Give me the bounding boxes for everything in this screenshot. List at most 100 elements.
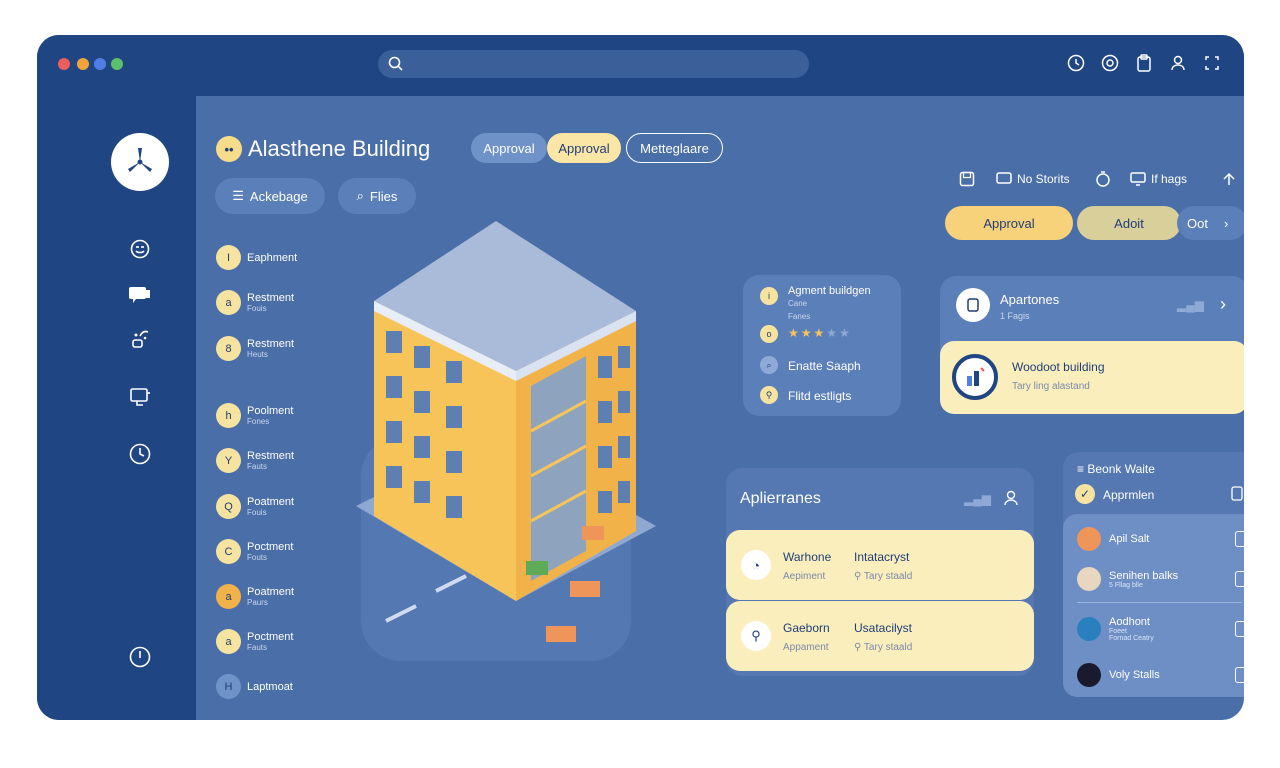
chevron-right-icon[interactable]: › [1220,294,1226,315]
page-title: Alasthene Building [248,136,431,161]
clipboard-icon[interactable] [1235,571,1244,587]
adoit-button[interactable]: Adoit [1077,206,1181,240]
list-item-title: Restment [247,338,295,350]
list-item[interactable]: Y Restment Fauts [216,448,294,473]
info-sub2: Fanes [788,312,811,321]
list-item-badge: a [216,584,241,609]
list-item[interactable]: I Eaphment [216,245,297,270]
person-sub1: Foeet [1109,628,1127,635]
list-item-badge: h [216,403,241,428]
featured-title: Woodoot building [1012,360,1105,374]
arrow-up-icon[interactable] [1220,170,1238,188]
app-window: •• Alasthene Building Approval Approval … [37,35,1244,720]
search-input[interactable] [378,50,809,78]
list-item-title: Restment [247,450,295,462]
list-item-sub: Fauts [247,643,268,652]
oot-button[interactable]: Oot › [1177,206,1244,240]
appliance-detail-text: Tary staald [863,571,913,582]
expand-icon[interactable] [1202,53,1222,73]
toolbar-icons [1066,53,1222,73]
clipboard-icon[interactable] [1235,531,1244,547]
user-icon[interactable] [1004,490,1018,511]
list-item[interactable]: H Laptmoat [216,674,293,699]
appliance-card[interactable]: ◔ Warhone Aepiment Intatacryst ⚲ Tary staald [726,530,1034,600]
list-item[interactable]: 8 Restment Heuts [216,336,294,361]
avatar [1077,567,1101,591]
list-item[interactable]: a Restment Fouis [216,290,294,315]
person-sub2: Fornad Ceatry [1109,635,1154,642]
share-icon[interactable] [128,327,152,351]
people-header: ≡ Beonk Waite [1077,462,1155,476]
clipboard-icon[interactable] [1235,621,1244,637]
monitor-icon[interactable] [128,385,152,409]
maximize-dot[interactable] [94,58,106,70]
info-card: i Agment buildgen Cane Fanes o ★ ★ ★ ★ ★ ⌕ E… [743,275,901,416]
power-icon[interactable] [128,645,152,669]
person-row[interactable]: Aodhont Foeet Fornad Ceatry [1077,614,1244,644]
person-row[interactable]: Apil Salt [1077,524,1244,554]
minimize-dot[interactable] [77,58,89,70]
person-row[interactable]: Senihen balks 5 Fllag blle [1077,564,1244,594]
close-dot[interactable] [58,58,70,70]
emoji-icon[interactable] [128,237,152,261]
menu-icon: ≡ [1077,462,1088,476]
clipboard-icon[interactable] [1134,53,1154,73]
clipboard-icon[interactable] [1231,485,1243,506]
person-row[interactable]: Voly Stalls [1077,660,1244,690]
chevron-right-icon: › [1223,215,1229,231]
people-header-label: Beonk Waite [1087,462,1155,476]
clock-icon[interactable] [128,442,152,466]
list-item[interactable]: a Poatment Paurs [216,584,294,609]
signal-icon: ▂▄▆ [1177,298,1204,312]
star-icon: ★ [826,326,838,340]
signal-icon: ▂▄▆ [964,492,991,506]
check-icon[interactable]: ✓ [1075,484,1095,504]
list-item-badge: H [216,674,241,699]
title-badge: •• [216,136,242,162]
avatar [1077,663,1101,687]
clock-icon[interactable] [1066,53,1086,73]
person-name: Senihen balks [1109,569,1179,582]
no-storits-label: No Storits [1017,172,1070,186]
list-item-badge: C [216,539,241,564]
appliance-status: Usatacilyst [854,621,913,635]
no-storits-button[interactable]: No Storits [996,170,1086,188]
if-hags-button[interactable]: If hags [1130,170,1210,188]
list-item[interactable]: a Poctment Fauts [216,629,293,654]
tab-approval-2[interactable]: Approval [547,133,621,163]
appliance-name: Gaeborn [783,621,830,635]
tab-metteglaare[interactable]: Metteglaare [626,133,723,163]
refresh-icon[interactable] [1100,53,1120,73]
list-item-sub: Fouis [247,508,267,517]
appliance-card[interactable]: ⚲ Gaeborn Appament Usatacilyst ⚲ Tary staald [726,601,1034,671]
ackebage-button[interactable]: ☰ Ackebage [215,178,325,214]
star-icon: ★ [813,326,825,340]
list-item-title: Poatment [247,586,295,598]
apartments-title: Apartones [1000,292,1060,307]
wind-turbine-icon[interactable] [111,133,169,191]
sidebar [37,96,196,720]
save-icon[interactable] [958,170,976,188]
user-icon[interactable] [1168,53,1188,73]
appliance-type: Appament [783,642,829,653]
list-item[interactable]: Q Poatment Fouis [216,494,294,519]
clipboard-icon[interactable] [1235,667,1244,683]
appliance-detail-text: Tary staald [863,642,913,653]
approval-button[interactable]: Approval [945,206,1073,240]
tab-approval-1[interactable]: Approval [471,133,547,163]
chat-icon[interactable] [128,283,152,307]
selected-label: Apprmlen [1103,488,1155,502]
extra-dot[interactable] [111,58,123,70]
list-item-title: Restment [247,292,295,304]
list-item-badge: a [216,629,241,654]
timer-icon[interactable] [1094,170,1112,188]
list-item-title: Laptmoat [247,680,293,693]
list-item[interactable]: C Poctment Fouts [216,539,293,564]
featured-building-card[interactable]: Woodoot building Tary ling alastand [940,341,1244,414]
chat-icon [996,172,1012,184]
pin-icon: ⚲ [854,571,864,582]
list-item[interactable]: h Poolment Fones [216,403,293,428]
list-item-title: Poatment [247,496,295,508]
list-item-sub: Fones [247,417,270,426]
list-item-sub: Paurs [247,598,268,607]
